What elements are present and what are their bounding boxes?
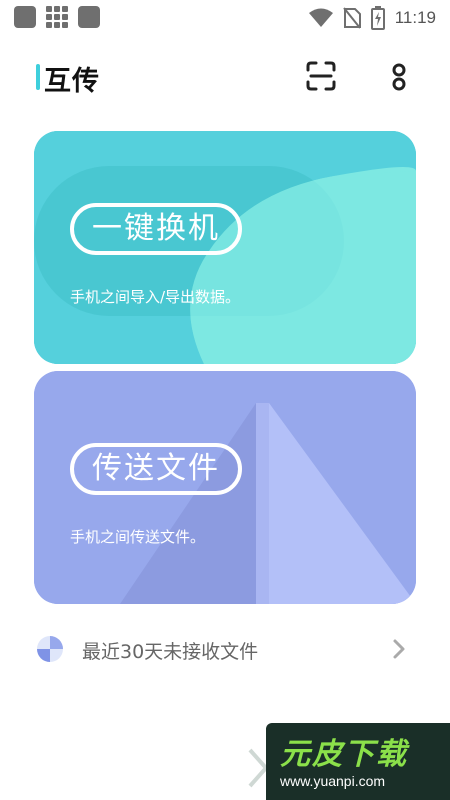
status-time: 11:19 <box>394 8 436 27</box>
app-notification-icon <box>78 6 100 28</box>
more-vertical-icon <box>392 63 406 91</box>
status-bar: 11:19 <box>0 0 450 36</box>
pie-clock-icon <box>37 636 63 662</box>
card-description: 手机之间导入/导出数据。 <box>70 288 241 306</box>
app-header: 互传 <box>0 56 450 100</box>
battery-charging-icon <box>370 6 385 30</box>
recent-files-label: 最近30天未接收文件 <box>82 641 259 663</box>
page-title: 互传 <box>44 66 100 97</box>
status-right-icons: 11:19 <box>308 6 436 30</box>
grid-icon <box>46 6 68 28</box>
card-title-pill: 传送文件 <box>70 443 242 495</box>
watermark-url: www.yuanpi.com <box>280 773 386 789</box>
card-description: 手机之间传送文件。 <box>70 528 206 546</box>
one-key-switch-card[interactable]: 一键换机 手机之间导入/导出数据。 <box>34 131 416 364</box>
watermark: 元皮下载 www.yuanpi.com <box>266 723 450 800</box>
scan-icon <box>306 61 336 91</box>
transfer-files-card[interactable]: 传送文件 手机之间传送文件。 <box>34 371 416 604</box>
no-sim-icon <box>342 7 361 29</box>
chevron-right-icon <box>393 639 405 659</box>
title-accent-bar <box>36 64 40 90</box>
recent-unreceived-files-row[interactable]: 最近30天未接收文件 <box>34 628 416 672</box>
app-notification-icon <box>14 6 36 28</box>
scan-button[interactable] <box>306 60 336 92</box>
wifi-icon <box>308 8 333 27</box>
watermark-arrow-decoration <box>248 748 268 788</box>
status-left-icons <box>14 6 100 28</box>
watermark-brand: 元皮下载 <box>280 737 408 772</box>
more-options-button[interactable] <box>388 60 410 92</box>
card-title-pill: 一键换机 <box>70 203 242 255</box>
